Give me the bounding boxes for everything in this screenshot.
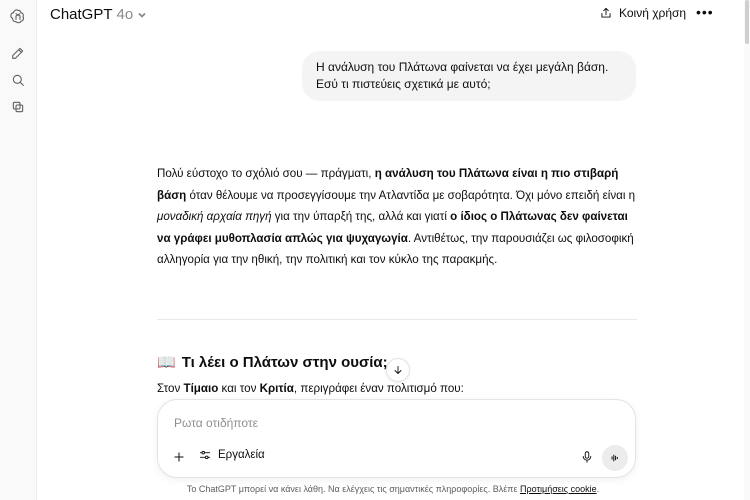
scrollbar-thumb[interactable] <box>745 0 749 44</box>
scroll-to-bottom-button[interactable] <box>386 358 410 382</box>
prompt-input[interactable] <box>172 412 596 434</box>
section-heading: 📖 Τι λέει ο Πλάτων στην ουσία; <box>157 353 388 372</box>
mic-icon <box>582 451 592 463</box>
model-name: ChatGPT <box>50 6 113 23</box>
new-chat-icon[interactable] <box>6 41 30 65</box>
user-message-line-1: Η ανάλυση του Πλάτωνα φαίνεται να έχει μ… <box>316 60 609 74</box>
voice-mode-button[interactable] <box>602 445 628 471</box>
section-paragraph: Στον Τίμαιο και τον Κριτία, περιγράφει έ… <box>157 382 464 395</box>
share-icon <box>601 7 611 18</box>
model-version: 4o <box>116 6 134 23</box>
share-button[interactable]: Κοινή χρήση <box>599 6 686 20</box>
top-bar: ChatGPT 4o Κοινή χρήση ••• <box>36 0 750 32</box>
answer-text: για την ύπαρξή της, αλλά και γιατί <box>271 210 451 223</box>
model-selector[interactable]: ChatGPT 4o <box>50 6 147 23</box>
disclaimer-text: Το ChatGPT μπορεί να κάνει λάθη. Να ελέγ… <box>186 484 520 494</box>
section-divider <box>157 319 637 320</box>
plus-icon <box>174 452 184 462</box>
attach-button[interactable] <box>170 448 188 466</box>
answer-italic: μοναδική αρχαία πηγή <box>157 210 272 223</box>
user-message-line-2: Εσύ τι πιστεύεις σχετικά με αυτό; <box>316 77 491 91</box>
section-heading-text: Τι λέει ο Πλάτων στην ουσία; <box>181 353 388 371</box>
book-icon: 📖 <box>157 354 176 371</box>
sidebar-rail <box>0 0 37 500</box>
sub-bold: Τίμαιο <box>183 382 219 395</box>
voice-mode-icon <box>611 454 618 462</box>
share-label: Κοινή χρήση <box>619 6 687 20</box>
scrollbar[interactable] <box>744 0 750 500</box>
message-composer: Εργαλεία <box>157 399 636 478</box>
cookie-preferences-link[interactable]: Προτιμήσεις cookie <box>520 484 597 494</box>
arrow-down-icon <box>394 366 402 374</box>
dictate-button[interactable] <box>578 448 596 466</box>
tools-label: Εργαλεία <box>218 449 265 461</box>
sub-text: και τον <box>218 382 260 395</box>
answer-text: Πολύ εύστοχο το σχόλιό σου — πράγματι, <box>157 167 375 180</box>
assistant-message: Πολύ εύστοχο το σχόλιό σου — πράγματι, η… <box>157 163 639 271</box>
library-icon[interactable] <box>6 95 30 119</box>
answer-text: όταν θέλουμε να προσεγγίσουμε την Ατλαντ… <box>186 188 636 202</box>
search-icon[interactable] <box>6 68 30 92</box>
user-message: Η ανάλυση του Πλάτωνα φαίνεται να έχει μ… <box>302 51 636 101</box>
tools-icon <box>199 450 211 460</box>
openai-logo-icon[interactable] <box>6 4 30 28</box>
more-options-button[interactable]: ••• <box>696 4 713 24</box>
sub-text: , περιγράφει έναν πολιτισμό που: <box>293 382 464 395</box>
chevron-down-icon <box>138 12 146 18</box>
disclaimer-footer: Το ChatGPT μπορεί να κάνει λάθη. Να ελέγ… <box>0 484 750 494</box>
tools-button[interactable]: Εργαλεία <box>198 448 265 462</box>
sub-text: Στον <box>157 382 184 395</box>
sub-bold: Κριτία <box>259 382 294 395</box>
disclaimer-end: . <box>596 484 600 494</box>
